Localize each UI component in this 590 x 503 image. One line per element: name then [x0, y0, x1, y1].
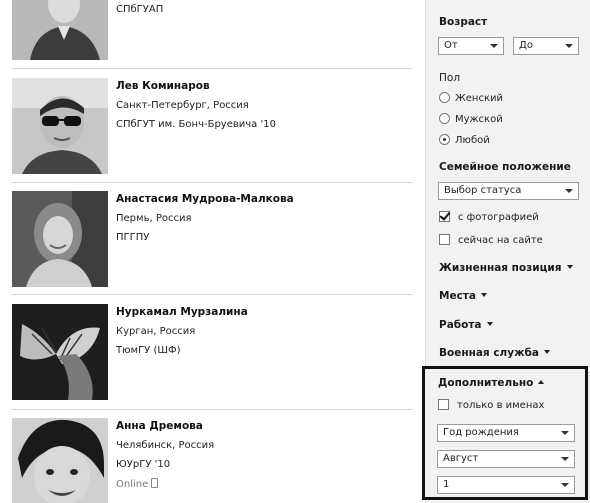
section-label: Дополнительно	[438, 377, 534, 389]
result-item: Лев Коминаров Санкт-Петербург, Россия СП…	[12, 78, 412, 174]
result-name[interactable]: Анна Дремова	[116, 420, 406, 433]
gender-option-any[interactable]: Любой	[439, 134, 490, 148]
marital-status-select[interactable]: Выбор статуса	[438, 182, 579, 200]
result-university: ПГГПУ	[116, 232, 150, 243]
chevron-down-icon	[486, 322, 493, 326]
result-info: Лев Коминаров Санкт-Петербург, Россия СП…	[116, 80, 406, 138]
chevron-down-icon	[543, 350, 550, 354]
with-photo-label: с фотографией	[458, 212, 539, 223]
online-status: Online	[116, 478, 406, 491]
result-item: Нуркамал Мурзалина Курган, Россия ТюмГУ …	[12, 304, 412, 400]
result-university: ЮУрГУ '10	[116, 459, 171, 470]
checkbox[interactable]	[438, 399, 449, 410]
online-now-option[interactable]: сейчас на сайте	[439, 234, 543, 248]
result-info: Анастасия Мудрова-Малкова Пермь, Россия …	[116, 193, 406, 251]
chevron-down-icon	[490, 44, 498, 48]
names-only-option[interactable]: только в именах	[438, 399, 544, 413]
section-label: Места	[439, 290, 476, 302]
chevron-down-icon	[566, 265, 573, 269]
chevron-down-icon	[565, 44, 573, 48]
marital-status-value: Выбор статуса	[444, 185, 522, 196]
birth-year-value: Год рождения	[443, 427, 519, 438]
section-label: Жизненная позиция	[439, 262, 562, 274]
divider	[12, 294, 412, 295]
gender-option-label: Женский	[455, 93, 503, 104]
radio-button[interactable]	[439, 113, 450, 124]
divider	[12, 409, 412, 410]
radio-button[interactable]	[439, 134, 450, 145]
chevron-down-icon	[565, 189, 573, 193]
search-results: СПбГУАП Лев Коминаров Санкт-Петербург, Р…	[0, 0, 420, 503]
avatar[interactable]	[12, 418, 108, 503]
gender-option-label: Мужской	[455, 114, 503, 125]
result-info: СПбГУАП	[116, 4, 406, 23]
avatar[interactable]	[12, 78, 108, 174]
online-label: Online	[116, 479, 149, 490]
additional-section[interactable]: Дополнительно	[438, 377, 545, 389]
age-from-select[interactable]: От	[438, 37, 504, 55]
avatar[interactable]	[12, 304, 108, 400]
age-title: Возраст	[439, 16, 488, 28]
result-university: СПбГУАП	[116, 4, 164, 15]
checkbox[interactable]	[439, 234, 450, 245]
result-name[interactable]: Лев Коминаров	[116, 80, 406, 93]
result-city: Челябинск, Россия	[116, 440, 215, 451]
age-to-select[interactable]: До	[513, 37, 579, 55]
result-city: Курган, Россия	[116, 326, 196, 337]
result-university: ТюмГУ (ШФ)	[116, 345, 181, 356]
result-item: Анна Дремова Челябинск, Россия ЮУрГУ '10…	[12, 418, 412, 503]
divider	[12, 68, 412, 69]
names-only-label: только в именах	[457, 400, 545, 411]
section-label: Работа	[439, 319, 482, 331]
result-name[interactable]: Нуркамал Мурзалина	[116, 306, 406, 319]
with-photo-option[interactable]: с фотографией	[439, 211, 539, 225]
gender-option-male[interactable]: Мужской	[439, 113, 503, 127]
marital-title: Семейное положение	[439, 161, 571, 173]
mobile-phone-icon	[151, 478, 159, 488]
radio-button[interactable]	[439, 92, 450, 103]
age-to-value: До	[519, 40, 533, 51]
chevron-up-icon	[538, 380, 545, 384]
gender-title: Пол	[439, 72, 461, 84]
section-label: Военная служба	[439, 347, 539, 359]
avatar[interactable]	[12, 191, 108, 287]
chevron-down-icon	[480, 293, 487, 297]
gender-option-label: Любой	[455, 135, 490, 146]
military-section[interactable]: Военная служба	[439, 347, 550, 359]
birth-month-value: Август	[443, 453, 479, 464]
work-section[interactable]: Работа	[439, 319, 493, 331]
birth-month-select[interactable]: Август	[437, 450, 575, 468]
life-position-section[interactable]: Жизненная позиция	[439, 262, 573, 274]
avatar[interactable]	[12, 0, 108, 60]
chevron-down-icon	[561, 431, 569, 435]
result-info: Анна Дремова Челябинск, Россия ЮУрГУ '10…	[116, 420, 406, 491]
birth-year-select[interactable]: Год рождения	[437, 424, 575, 442]
checkbox[interactable]	[439, 211, 450, 222]
result-item: Анастасия Мудрова-Малкова Пермь, Россия …	[12, 191, 412, 287]
result-name[interactable]: Анастасия Мудрова-Малкова	[116, 193, 406, 206]
gender-option-female[interactable]: Женский	[439, 92, 503, 106]
result-item: СПбГУАП	[12, 0, 412, 60]
chevron-down-icon	[561, 457, 569, 461]
additional-filters-box: Дополнительно только в именах Год рожден…	[422, 366, 588, 500]
online-now-label: сейчас на сайте	[458, 235, 543, 246]
age-from-value: От	[444, 40, 458, 51]
places-section[interactable]: Места	[439, 290, 487, 302]
birth-day-select[interactable]: 1	[437, 476, 575, 494]
divider	[12, 182, 412, 183]
result-info: Нуркамал Мурзалина Курган, Россия ТюмГУ …	[116, 306, 406, 364]
birth-day-value: 1	[443, 479, 450, 490]
result-city: Пермь, Россия	[116, 213, 192, 224]
chevron-down-icon	[561, 483, 569, 487]
result-university: СПбГУТ им. Бонч-Бруевича '10	[116, 119, 276, 130]
result-city: Санкт-Петербург, Россия	[116, 100, 249, 111]
